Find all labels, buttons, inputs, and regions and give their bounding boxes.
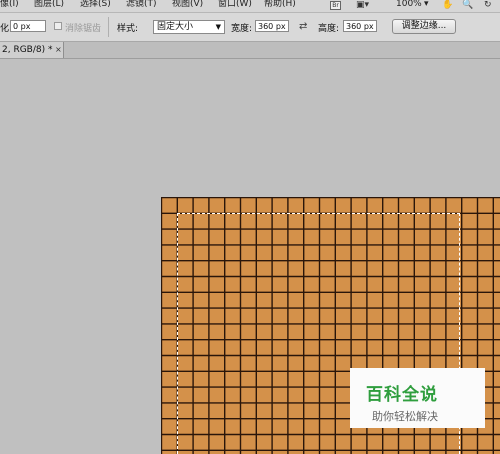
width-label: 宽度: [231,24,253,34]
menu-window[interactable]: 窗口(W) [218,0,252,10]
menu-view[interactable]: 视图(V) [172,0,203,10]
zoom-icon[interactable]: 🔍 [462,0,473,10]
menu-filter[interactable]: 滤镜(T) [126,0,157,10]
screen-mode-icon[interactable]: ▣▾ [356,0,369,10]
menu-help[interactable]: 帮助(H) [264,0,296,10]
swap-dimensions-icon[interactable]: ⇄ [299,21,307,32]
style-select-value: 固定大小 [157,22,194,32]
hand-icon[interactable]: ✋ [442,0,453,10]
options-bar: 化: 0 px 消除锯齿 样式: 固定大小 ▼ 宽度: 360 px ⇄ 高度:… [0,13,500,42]
document-tab[interactable]: 2, RGB/8) * × [0,42,64,58]
document-tab-bar: 2, RGB/8) * × [0,42,500,59]
rotate-view-icon[interactable]: ↻ [484,0,492,10]
height-label: 高度: [318,24,340,34]
bridge-icon[interactable]: Br [330,1,341,10]
document-tab-label: 2, RGB/8) * [2,45,53,55]
menu-select[interactable]: 选择(S) [80,0,111,10]
style-label: 样式: [117,24,139,34]
antialias-label: 消除锯齿 [65,24,102,34]
width-input[interactable]: 360 px [255,20,289,32]
refine-edge-button[interactable]: 调整边缘... [392,19,456,34]
close-icon[interactable]: × [55,42,62,58]
zoom-dropdown-icon[interactable]: ▾ [424,0,429,10]
watermark-title: 百科全说 [366,385,438,405]
chevron-down-icon: ▼ [215,23,221,31]
feather-input[interactable]: 0 px [10,20,46,32]
style-select[interactable]: 固定大小 ▼ [153,20,225,34]
menu-image[interactable]: 像(I) [0,0,19,10]
options-separator [108,17,109,37]
menu-bar: 像(I) 图层(L) 选择(S) 滤镜(T) 视图(V) 窗口(W) 帮助(H)… [0,0,500,13]
menu-layer[interactable]: 图层(L) [34,0,64,10]
zoom-level[interactable]: 100% [396,0,422,10]
height-input[interactable]: 360 px [343,20,377,32]
watermark-subtitle: 助你轻松解决 [372,410,438,423]
antialias-checkbox[interactable] [54,22,62,30]
